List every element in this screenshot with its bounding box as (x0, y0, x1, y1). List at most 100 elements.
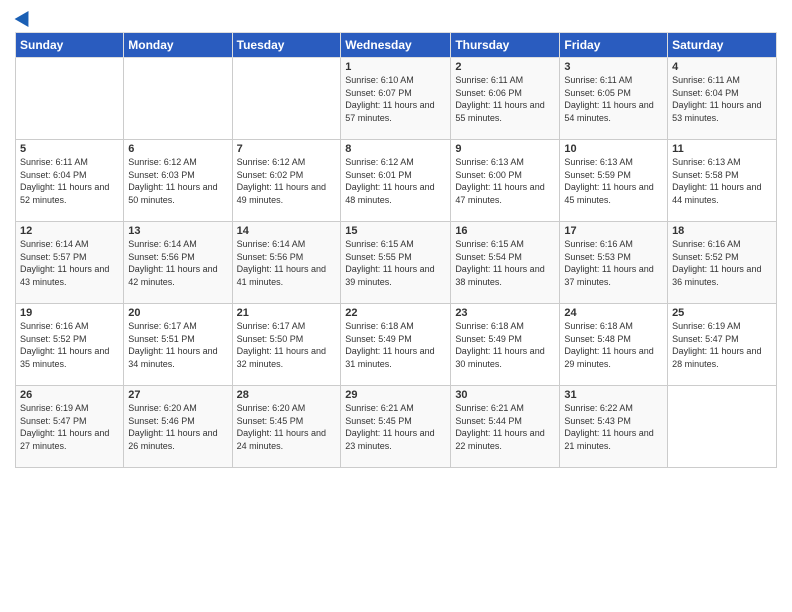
day-info: Sunrise: 6:14 AM Sunset: 5:56 PM Dayligh… (237, 238, 337, 288)
day-info: Sunrise: 6:11 AM Sunset: 6:04 PM Dayligh… (20, 156, 119, 206)
calendar-cell: 14Sunrise: 6:14 AM Sunset: 5:56 PM Dayli… (232, 222, 341, 304)
weekday-header-thursday: Thursday (451, 33, 560, 58)
day-number: 27 (128, 389, 227, 401)
day-info: Sunrise: 6:12 AM Sunset: 6:01 PM Dayligh… (345, 156, 446, 206)
day-info: Sunrise: 6:13 AM Sunset: 5:59 PM Dayligh… (564, 156, 663, 206)
calendar-cell: 4Sunrise: 6:11 AM Sunset: 6:04 PM Daylig… (668, 58, 777, 140)
day-number: 26 (20, 389, 119, 401)
calendar-cell: 26Sunrise: 6:19 AM Sunset: 5:47 PM Dayli… (16, 386, 124, 468)
day-info: Sunrise: 6:18 AM Sunset: 5:49 PM Dayligh… (345, 320, 446, 370)
calendar-cell: 15Sunrise: 6:15 AM Sunset: 5:55 PM Dayli… (341, 222, 451, 304)
day-info: Sunrise: 6:14 AM Sunset: 5:56 PM Dayligh… (128, 238, 227, 288)
day-info: Sunrise: 6:16 AM Sunset: 5:52 PM Dayligh… (20, 320, 119, 370)
weekday-header-wednesday: Wednesday (341, 33, 451, 58)
calendar-cell: 20Sunrise: 6:17 AM Sunset: 5:51 PM Dayli… (124, 304, 232, 386)
day-number: 15 (345, 225, 446, 237)
day-info: Sunrise: 6:20 AM Sunset: 5:45 PM Dayligh… (237, 402, 337, 452)
day-info: Sunrise: 6:11 AM Sunset: 6:04 PM Dayligh… (672, 74, 772, 124)
day-info: Sunrise: 6:19 AM Sunset: 5:47 PM Dayligh… (20, 402, 119, 452)
calendar-cell: 16Sunrise: 6:15 AM Sunset: 5:54 PM Dayli… (451, 222, 560, 304)
day-info: Sunrise: 6:13 AM Sunset: 6:00 PM Dayligh… (455, 156, 555, 206)
calendar-cell: 30Sunrise: 6:21 AM Sunset: 5:44 PM Dayli… (451, 386, 560, 468)
calendar-cell: 5Sunrise: 6:11 AM Sunset: 6:04 PM Daylig… (16, 140, 124, 222)
day-number: 4 (672, 61, 772, 73)
day-number: 1 (345, 61, 446, 73)
calendar-cell: 29Sunrise: 6:21 AM Sunset: 5:45 PM Dayli… (341, 386, 451, 468)
calendar-cell: 22Sunrise: 6:18 AM Sunset: 5:49 PM Dayli… (341, 304, 451, 386)
calendar-cell (16, 58, 124, 140)
calendar-header: SundayMondayTuesdayWednesdayThursdayFrid… (16, 33, 777, 58)
day-info: Sunrise: 6:22 AM Sunset: 5:43 PM Dayligh… (564, 402, 663, 452)
day-info: Sunrise: 6:16 AM Sunset: 5:52 PM Dayligh… (672, 238, 772, 288)
day-number: 7 (237, 143, 337, 155)
day-info: Sunrise: 6:15 AM Sunset: 5:54 PM Dayligh… (455, 238, 555, 288)
calendar-cell: 31Sunrise: 6:22 AM Sunset: 5:43 PM Dayli… (560, 386, 668, 468)
day-info: Sunrise: 6:17 AM Sunset: 5:50 PM Dayligh… (237, 320, 337, 370)
calendar-cell: 25Sunrise: 6:19 AM Sunset: 5:47 PM Dayli… (668, 304, 777, 386)
calendar-body: 1Sunrise: 6:10 AM Sunset: 6:07 PM Daylig… (16, 58, 777, 468)
calendar-cell (124, 58, 232, 140)
calendar-cell: 27Sunrise: 6:20 AM Sunset: 5:46 PM Dayli… (124, 386, 232, 468)
day-info: Sunrise: 6:15 AM Sunset: 5:55 PM Dayligh… (345, 238, 446, 288)
day-number: 13 (128, 225, 227, 237)
calendar-cell: 11Sunrise: 6:13 AM Sunset: 5:58 PM Dayli… (668, 140, 777, 222)
day-number: 24 (564, 307, 663, 319)
calendar-cell: 17Sunrise: 6:16 AM Sunset: 5:53 PM Dayli… (560, 222, 668, 304)
day-number: 11 (672, 143, 772, 155)
page-container: SundayMondayTuesdayWednesdayThursdayFrid… (0, 0, 792, 473)
day-number: 20 (128, 307, 227, 319)
day-info: Sunrise: 6:12 AM Sunset: 6:02 PM Dayligh… (237, 156, 337, 206)
weekday-row: SundayMondayTuesdayWednesdayThursdayFrid… (16, 33, 777, 58)
calendar-cell: 9Sunrise: 6:13 AM Sunset: 6:00 PM Daylig… (451, 140, 560, 222)
calendar-cell: 13Sunrise: 6:14 AM Sunset: 5:56 PM Dayli… (124, 222, 232, 304)
calendar-cell: 18Sunrise: 6:16 AM Sunset: 5:52 PM Dayli… (668, 222, 777, 304)
calendar-cell: 12Sunrise: 6:14 AM Sunset: 5:57 PM Dayli… (16, 222, 124, 304)
weekday-header-monday: Monday (124, 33, 232, 58)
day-number: 28 (237, 389, 337, 401)
day-number: 9 (455, 143, 555, 155)
day-number: 23 (455, 307, 555, 319)
day-number: 22 (345, 307, 446, 319)
week-row-3: 12Sunrise: 6:14 AM Sunset: 5:57 PM Dayli… (16, 222, 777, 304)
calendar-cell (668, 386, 777, 468)
day-info: Sunrise: 6:21 AM Sunset: 5:45 PM Dayligh… (345, 402, 446, 452)
weekday-header-tuesday: Tuesday (232, 33, 341, 58)
calendar-cell: 2Sunrise: 6:11 AM Sunset: 6:06 PM Daylig… (451, 58, 560, 140)
calendar-cell: 7Sunrise: 6:12 AM Sunset: 6:02 PM Daylig… (232, 140, 341, 222)
calendar-cell: 24Sunrise: 6:18 AM Sunset: 5:48 PM Dayli… (560, 304, 668, 386)
day-info: Sunrise: 6:11 AM Sunset: 6:05 PM Dayligh… (564, 74, 663, 124)
day-number: 10 (564, 143, 663, 155)
day-number: 18 (672, 225, 772, 237)
day-info: Sunrise: 6:18 AM Sunset: 5:49 PM Dayligh… (455, 320, 555, 370)
weekday-header-friday: Friday (560, 33, 668, 58)
day-number: 31 (564, 389, 663, 401)
day-number: 8 (345, 143, 446, 155)
day-number: 5 (20, 143, 119, 155)
day-number: 6 (128, 143, 227, 155)
logo (15, 10, 33, 24)
day-number: 12 (20, 225, 119, 237)
calendar-cell: 6Sunrise: 6:12 AM Sunset: 6:03 PM Daylig… (124, 140, 232, 222)
week-row-1: 1Sunrise: 6:10 AM Sunset: 6:07 PM Daylig… (16, 58, 777, 140)
calendar-cell: 28Sunrise: 6:20 AM Sunset: 5:45 PM Dayli… (232, 386, 341, 468)
calendar-cell: 3Sunrise: 6:11 AM Sunset: 6:05 PM Daylig… (560, 58, 668, 140)
header (15, 10, 777, 24)
day-info: Sunrise: 6:18 AM Sunset: 5:48 PM Dayligh… (564, 320, 663, 370)
day-info: Sunrise: 6:21 AM Sunset: 5:44 PM Dayligh… (455, 402, 555, 452)
day-info: Sunrise: 6:20 AM Sunset: 5:46 PM Dayligh… (128, 402, 227, 452)
day-number: 2 (455, 61, 555, 73)
day-info: Sunrise: 6:10 AM Sunset: 6:07 PM Dayligh… (345, 74, 446, 124)
day-info: Sunrise: 6:14 AM Sunset: 5:57 PM Dayligh… (20, 238, 119, 288)
weekday-header-saturday: Saturday (668, 33, 777, 58)
day-number: 25 (672, 307, 772, 319)
week-row-5: 26Sunrise: 6:19 AM Sunset: 5:47 PM Dayli… (16, 386, 777, 468)
calendar-cell: 21Sunrise: 6:17 AM Sunset: 5:50 PM Dayli… (232, 304, 341, 386)
day-number: 17 (564, 225, 663, 237)
day-info: Sunrise: 6:13 AM Sunset: 5:58 PM Dayligh… (672, 156, 772, 206)
day-info: Sunrise: 6:11 AM Sunset: 6:06 PM Dayligh… (455, 74, 555, 124)
calendar-cell: 23Sunrise: 6:18 AM Sunset: 5:49 PM Dayli… (451, 304, 560, 386)
day-info: Sunrise: 6:17 AM Sunset: 5:51 PM Dayligh… (128, 320, 227, 370)
day-number: 29 (345, 389, 446, 401)
week-row-2: 5Sunrise: 6:11 AM Sunset: 6:04 PM Daylig… (16, 140, 777, 222)
calendar-cell: 10Sunrise: 6:13 AM Sunset: 5:59 PM Dayli… (560, 140, 668, 222)
